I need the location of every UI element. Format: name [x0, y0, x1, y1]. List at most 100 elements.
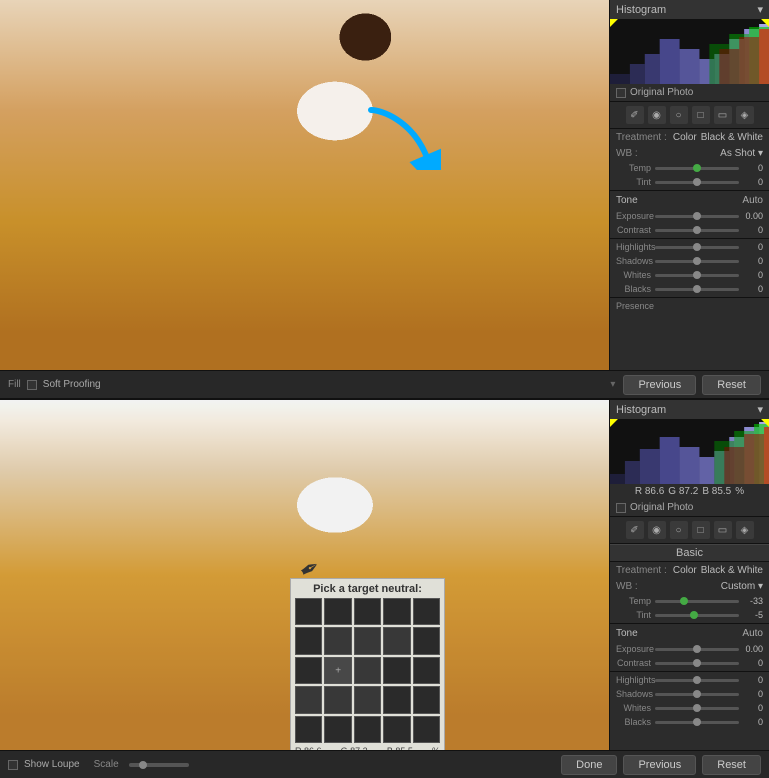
g-value: G 87.2 — [668, 486, 698, 497]
bottom-highlights-slider[interactable] — [655, 679, 739, 682]
histogram-header: Histogram ▾ — [610, 0, 769, 19]
bottom-reset-button[interactable]: Reset — [702, 755, 761, 775]
bottom-auto-button[interactable]: Auto — [742, 628, 763, 639]
top-reset-button[interactable]: Reset — [702, 375, 761, 395]
radio-tool[interactable]: ○ — [670, 106, 688, 124]
bottom-blacks-slider[interactable] — [655, 721, 739, 724]
target-cell-10 — [413, 627, 440, 654]
r-value: R 86.6 — [635, 486, 664, 497]
target-pct: % — [432, 746, 440, 750]
wb-value[interactable]: As Shot ▾ — [720, 148, 763, 159]
done-button[interactable]: Done — [561, 755, 617, 775]
soft-proofing-checkbox[interactable] — [27, 380, 37, 390]
target-cell-12: + — [324, 657, 351, 684]
bottom-adjust-tool[interactable]: ◈ — [736, 521, 754, 539]
adjust-tool[interactable]: ◈ — [736, 106, 754, 124]
target-r: R 86.6 — [295, 746, 322, 750]
exposure-slider[interactable] — [655, 215, 739, 218]
target-cell-13 — [354, 657, 381, 684]
target-cell-7 — [324, 627, 351, 654]
bottom-exposure-row: Exposure 0.00 — [610, 642, 769, 656]
bottom-shadows-row: Shadows 0 — [610, 687, 769, 701]
target-g: G 87.2 — [341, 746, 368, 750]
blue-arrow-overlay — [361, 100, 441, 175]
target-cell-18 — [354, 686, 381, 713]
whites-slider[interactable] — [655, 274, 739, 277]
bottom-contrast-row: Contrast 0 — [610, 656, 769, 670]
toolbar-left: Fill Soft Proofing ▾ — [8, 379, 615, 390]
bottom-right-panel: Histogram ▾ — [609, 400, 769, 750]
treatment-bw[interactable]: Black & White — [701, 132, 763, 143]
bottom-eyedropper-tool[interactable]: ✐ — [626, 521, 644, 539]
shadows-slider[interactable] — [655, 260, 739, 263]
bottom-contrast-slider[interactable] — [655, 662, 739, 665]
rect-tool[interactable]: ▭ — [714, 106, 732, 124]
bottom-square-tool[interactable]: □ — [692, 521, 710, 539]
highlights-row: Highlights 0 — [610, 240, 769, 254]
bottom-whites-row: Whites 0 — [610, 701, 769, 715]
bottom-toolbar: Show Loupe Scale Done Previous Reset — [0, 750, 769, 778]
fill-label: Fill — [8, 379, 21, 390]
bottom-divider1 — [610, 623, 769, 624]
temp-slider[interactable] — [655, 167, 739, 170]
bottom-treatment-color[interactable]: Color — [673, 565, 697, 576]
shadows-row: Shadows 0 — [610, 254, 769, 268]
pct-symbol: % — [735, 486, 744, 497]
bottom-treatment-label: Treatment : — [616, 565, 667, 576]
blacks-slider[interactable] — [655, 288, 739, 291]
bottom-divider2 — [610, 671, 769, 672]
bottom-tint-value: -5 — [743, 610, 763, 620]
bottom-radio-tool[interactable]: ○ — [670, 521, 688, 539]
auto-button[interactable]: Auto — [742, 195, 763, 206]
top-toolbar-right: Previous Reset — [623, 375, 761, 395]
bottom-tint-label: Tint — [616, 610, 651, 620]
blacks-value: 0 — [743, 284, 763, 294]
tint-slider[interactable] — [655, 181, 739, 184]
wb-row: WB : As Shot ▾ — [610, 146, 769, 161]
rgb-values-row: R 86.6 G 87.2 B 85.5 % — [610, 484, 769, 499]
target-cell-1 — [295, 598, 322, 625]
bottom-shadows-label: Shadows — [616, 689, 651, 699]
bottom-tint-slider[interactable] — [655, 614, 739, 617]
top-previous-button[interactable]: Previous — [623, 375, 696, 395]
exposure-label: Exposure — [616, 211, 651, 221]
histogram-arrow-icon: ▾ — [757, 3, 763, 16]
target-cell-3 — [354, 598, 381, 625]
bottom-rect-tool[interactable]: ▭ — [714, 521, 732, 539]
bottom-circle-tool[interactable]: ◉ — [648, 521, 666, 539]
original-photo-checkbox[interactable] — [616, 88, 626, 98]
bottom-whites-slider[interactable] — [655, 707, 739, 710]
histogram-area — [610, 19, 769, 84]
eyedropper-tool[interactable]: ✐ — [626, 106, 644, 124]
bottom-highlights-label: Highlights — [616, 675, 651, 685]
whites-row: Whites 0 — [610, 268, 769, 282]
bottom-shadows-slider[interactable] — [655, 693, 739, 696]
treatment-label: Treatment : — [616, 132, 667, 143]
contrast-label: Contrast — [616, 225, 651, 235]
show-loupe-checkbox[interactable] — [8, 760, 18, 770]
contrast-slider[interactable] — [655, 229, 739, 232]
highlights-slider[interactable] — [655, 246, 739, 249]
target-cell-15 — [413, 657, 440, 684]
bottom-treatment-bw[interactable]: Black & White — [701, 565, 763, 576]
whites-label: Whites — [616, 270, 651, 280]
tint-row: Tint 0 — [610, 175, 769, 189]
top-right-panel: Histogram ▾ — [609, 0, 769, 370]
tone-label: Tone — [616, 195, 638, 206]
square-tool[interactable]: □ — [692, 106, 710, 124]
bottom-original-photo-checkbox[interactable] — [616, 503, 626, 513]
target-cell-5 — [413, 598, 440, 625]
top-image-area — [0, 0, 609, 370]
scale-slider[interactable] — [129, 763, 189, 767]
scale-thumb — [139, 761, 147, 769]
bottom-previous-button[interactable]: Previous — [623, 755, 696, 775]
wb-label: WB : — [616, 148, 638, 159]
bottom-temp-slider[interactable] — [655, 600, 739, 603]
circle-tool[interactable]: ◉ — [648, 106, 666, 124]
tint-value: 0 — [743, 177, 763, 187]
exposure-row: Exposure 0.00 — [610, 209, 769, 223]
temp-row: Temp 0 — [610, 161, 769, 175]
bottom-wb-value[interactable]: Custom ▾ — [721, 581, 763, 592]
bottom-exposure-slider[interactable] — [655, 648, 739, 651]
treatment-color[interactable]: Color — [673, 132, 697, 143]
